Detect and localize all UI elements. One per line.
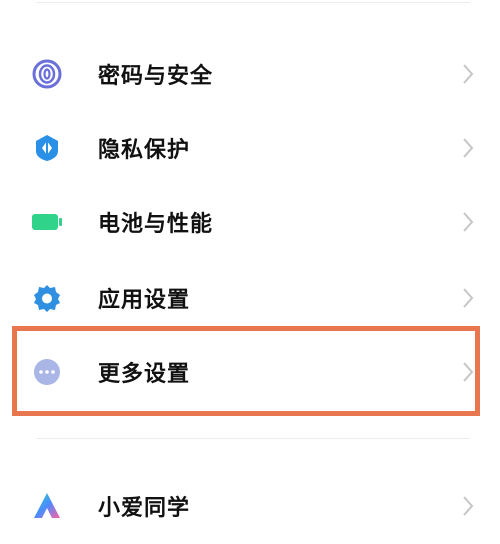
chevron-right-icon	[460, 210, 476, 234]
settings-item-privacy[interactable]: 隐私保护	[0, 110, 500, 186]
gear-icon	[30, 281, 64, 315]
settings-screen: { "settings": { "items": [ {"label": "密码…	[0, 0, 500, 542]
top-divider	[36, 2, 470, 3]
section-divider	[36, 438, 470, 439]
settings-item-password-security[interactable]: 密码与安全	[0, 36, 500, 112]
settings-item-app-settings[interactable]: 应用设置	[0, 260, 500, 336]
chevron-right-icon	[460, 360, 476, 384]
fingerprint-icon	[30, 57, 64, 91]
settings-item-label: 小爱同学	[98, 496, 191, 521]
settings-item-more-settings[interactable]: 更多设置	[0, 334, 500, 410]
settings-item-label: 密码与安全	[98, 64, 214, 89]
chevron-right-icon	[460, 62, 476, 86]
chevron-right-icon	[460, 136, 476, 160]
settings-item-battery-performance[interactable]: 电池与性能	[0, 184, 500, 260]
chevron-right-icon	[460, 494, 476, 518]
settings-item-xiaoai[interactable]: 小爱同学	[0, 468, 500, 544]
battery-icon	[30, 205, 64, 239]
chevron-right-icon	[460, 286, 476, 310]
settings-item-label: 电池与性能	[98, 212, 214, 237]
privacy-shield-icon	[30, 131, 64, 165]
settings-item-label: 隐私保护	[98, 138, 191, 163]
settings-item-label: 应用设置	[98, 288, 191, 313]
settings-item-label: 更多设置	[98, 362, 191, 387]
xiaoai-icon	[30, 489, 64, 523]
more-dots-icon	[30, 355, 64, 389]
